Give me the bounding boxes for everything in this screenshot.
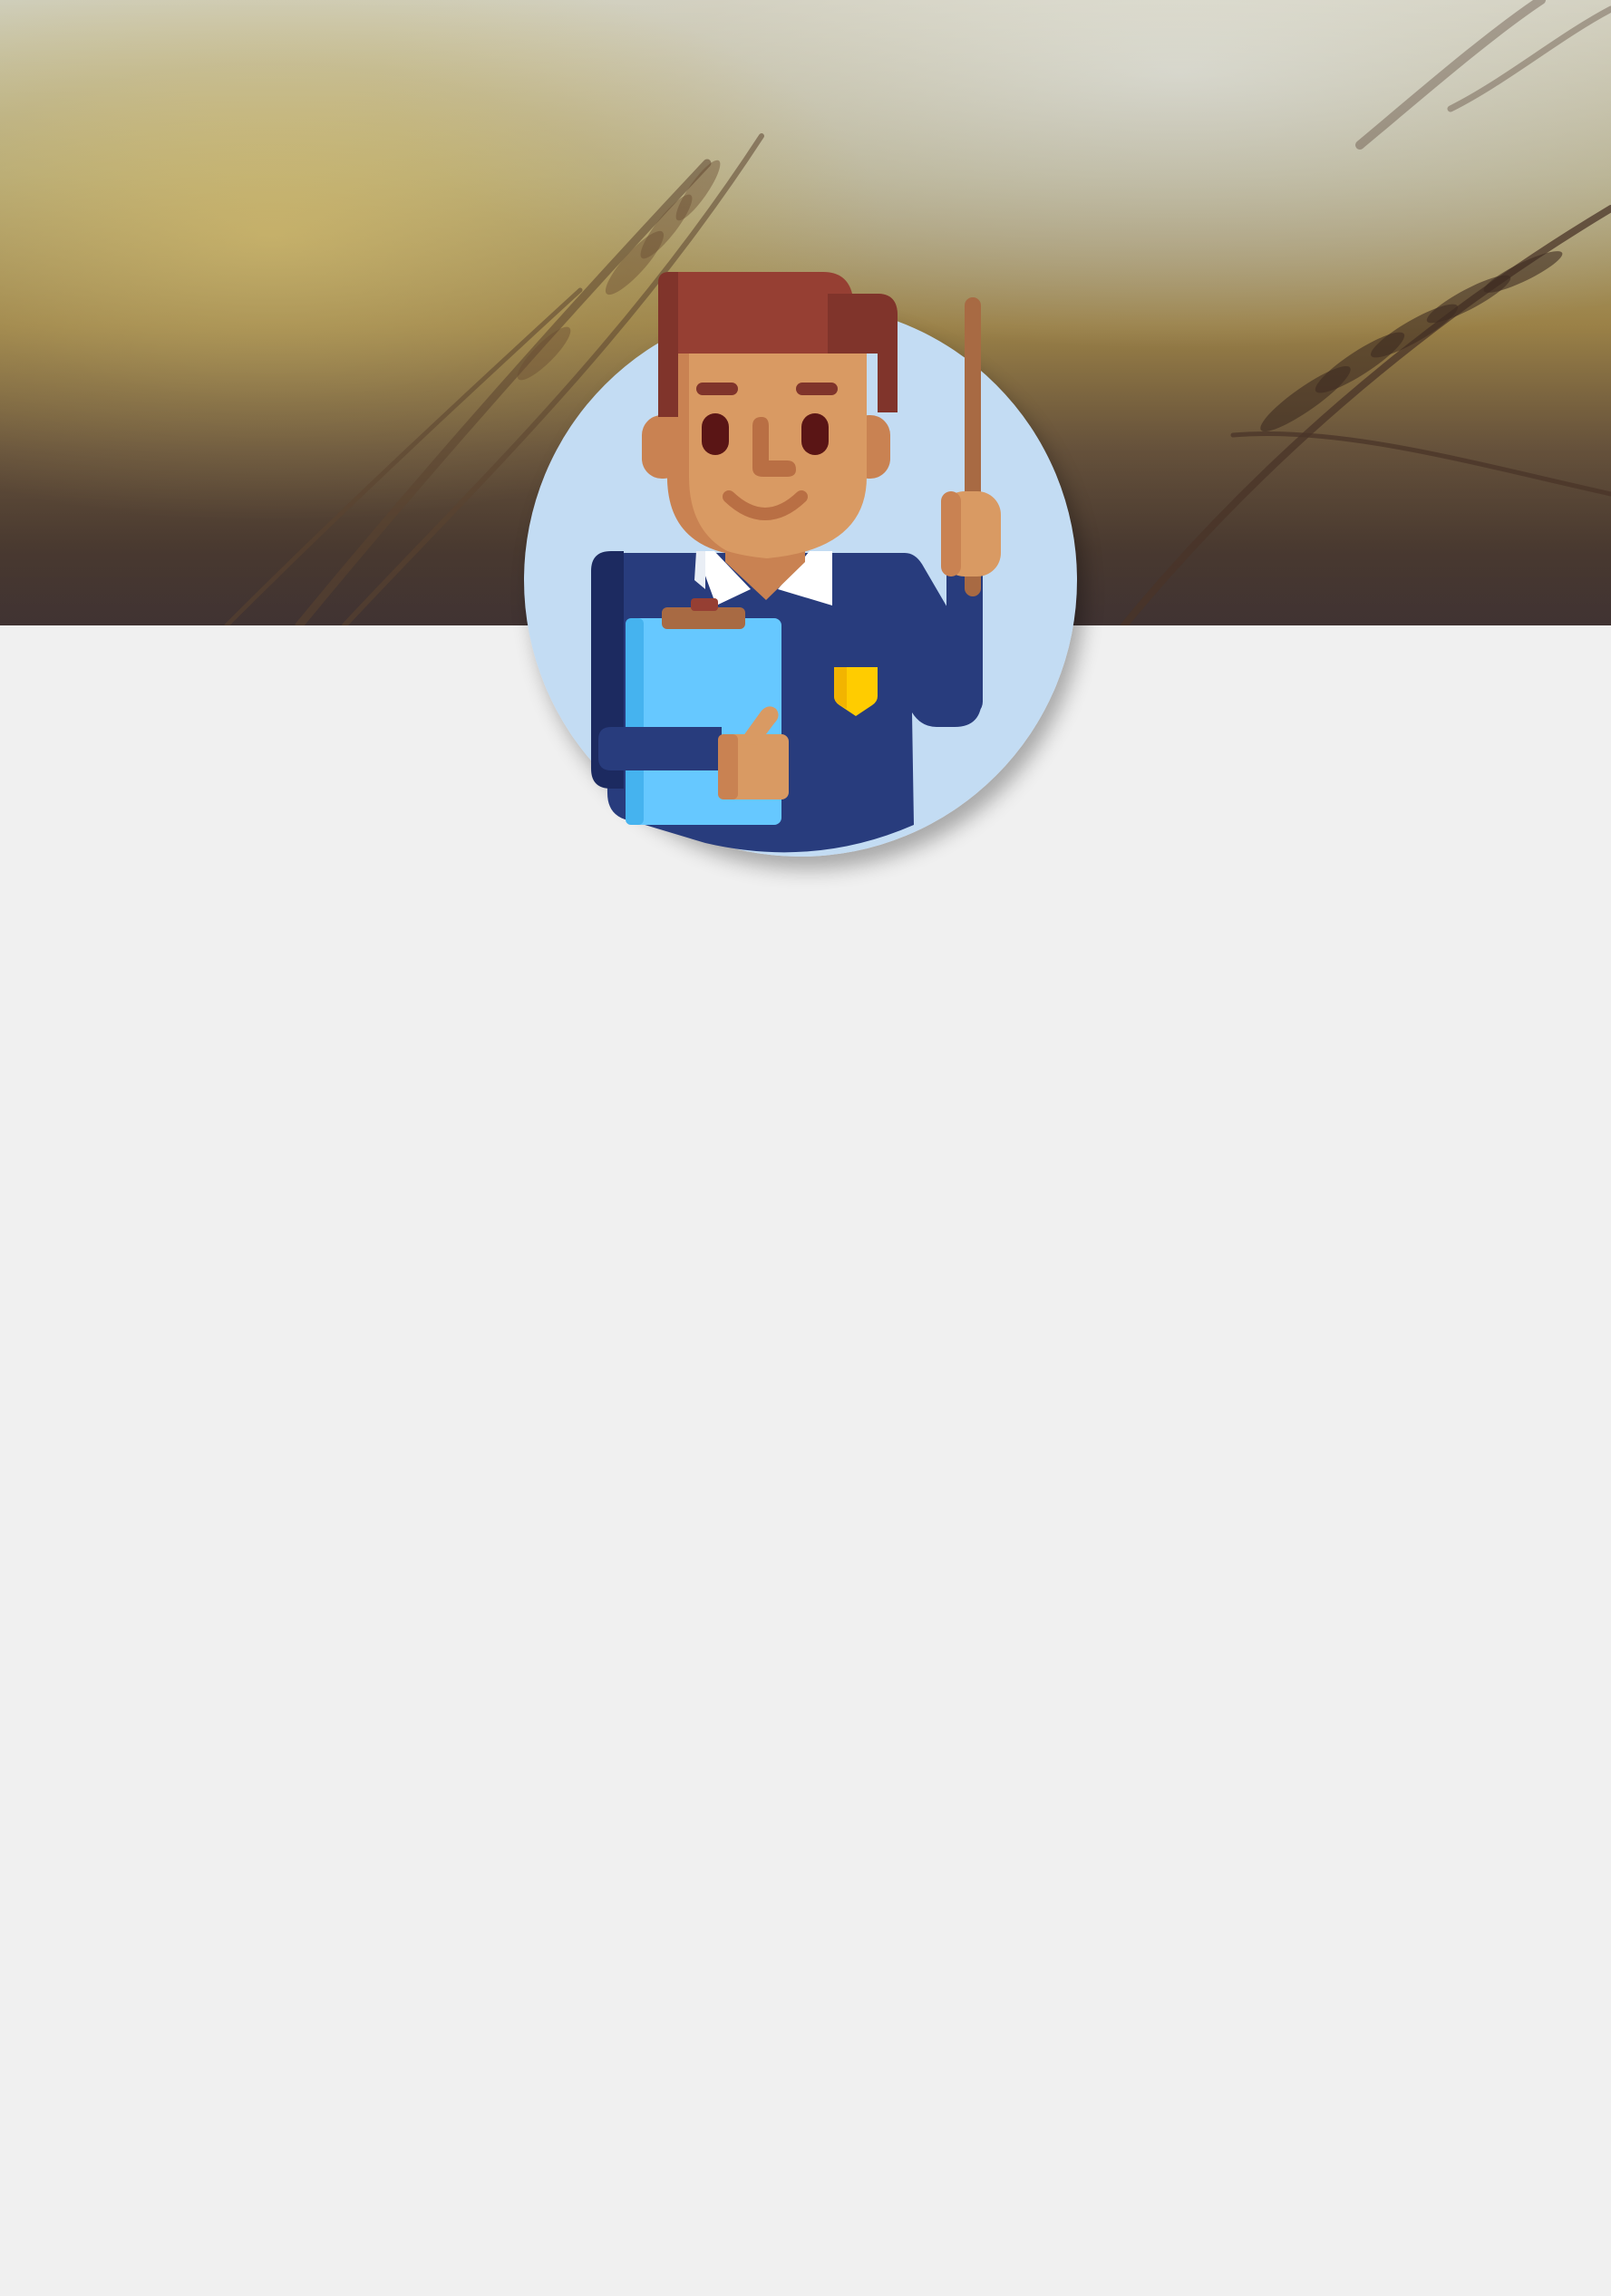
teacher-avatar-icon <box>591 272 1001 853</box>
profile-page <box>0 0 1611 2296</box>
